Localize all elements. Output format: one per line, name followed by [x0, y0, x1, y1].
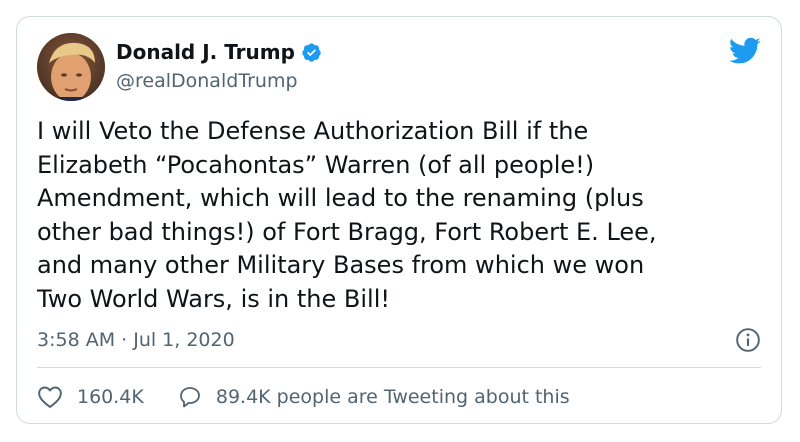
- speech-bubble-icon: [179, 387, 200, 408]
- conversation-button[interactable]: 89.4K people are Tweeting about this: [178, 385, 570, 409]
- tweet-actions: 160.4K 89.4K people are Tweeting about t…: [37, 383, 604, 411]
- author-handle[interactable]: @realDonaldTrump: [116, 69, 298, 93]
- author-name-row[interactable]: Donald J. Trump: [116, 39, 322, 65]
- twitter-bird-icon[interactable]: [729, 37, 761, 65]
- like-button[interactable]: 160.4K: [37, 385, 144, 409]
- tweet-timestamp[interactable]: 3:58 AM · Jul 1, 2020: [37, 327, 235, 353]
- tweet-text: I will Veto the Defense Authorization Bi…: [37, 117, 657, 313]
- conversation-text: 89.4K people are Tweeting about this: [215, 386, 570, 408]
- verified-badge-icon: [302, 42, 321, 62]
- profile-photo-icon: [37, 33, 105, 101]
- tweet-card[interactable]: Donald J. Trump @realDonaldTrump I will …: [16, 16, 782, 424]
- avatar[interactable]: [37, 33, 105, 101]
- like-count: 160.4K: [77, 386, 144, 408]
- divider: [37, 367, 761, 368]
- info-icon[interactable]: [735, 327, 761, 353]
- author-display-name[interactable]: Donald J. Trump: [116, 39, 295, 65]
- heart-icon: [38, 386, 62, 408]
